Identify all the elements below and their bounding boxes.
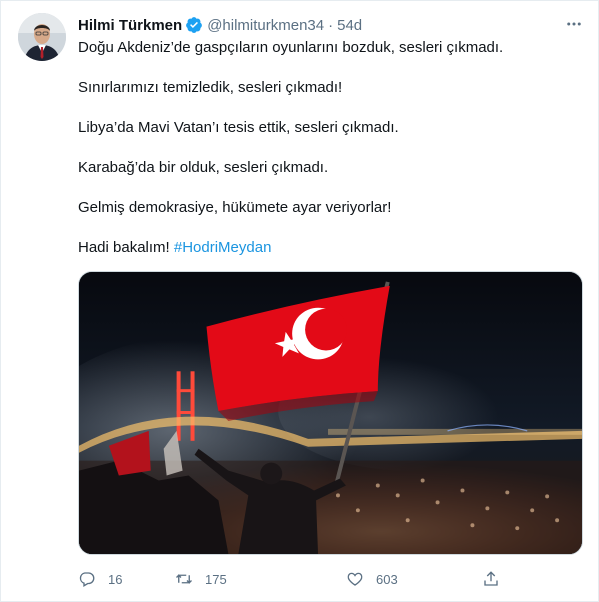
verified-badge-icon [185, 16, 203, 34]
tweet-paragraph: Libya’da Mavi Vatan’ı tesis ettik, sesle… [78, 119, 399, 136]
reply-button[interactable]: 16 [78, 567, 122, 591]
retweet-count: 175 [205, 571, 227, 587]
reply-icon [78, 570, 96, 588]
like-button[interactable]: 603 [346, 567, 398, 591]
tweet-paragraph: Gelmiş demokrasiye, hükümete ayar veriyo… [78, 199, 392, 216]
tweet-paragraph: Doğu Akdeniz’de gaspçıların oyunlarını b… [78, 39, 504, 56]
reply-count: 16 [108, 571, 123, 587]
separator-dot: · [328, 16, 334, 34]
share-icon [482, 570, 500, 588]
more-options-icon[interactable] [561, 13, 587, 35]
tweet-paragraph: Sınırlarımızı temizledik, sesleri çıkmad… [78, 79, 343, 96]
tweet-text: Doğu Akdeniz’de gaspçıların oyunlarını b… [78, 38, 583, 258]
tweet-header: Hilmi Türkmen @hilmiturkmen34 · 54d [78, 15, 362, 35]
heart-icon [346, 570, 364, 588]
hashtag-link[interactable]: #HodriMeydan [174, 239, 272, 256]
tweet-photo[interactable] [78, 271, 583, 555]
like-count: 603 [376, 571, 398, 587]
tweet-actions: 16 175 603 [78, 567, 518, 591]
author-handle[interactable]: @hilmiturkmen34 [207, 17, 324, 34]
share-button[interactable] [482, 567, 500, 591]
tweet-timestamp[interactable]: 54d [337, 17, 362, 34]
tweet-paragraph: Hadi bakalım! #HodriMeydan [78, 238, 583, 258]
tweet-paragraph: Karabağ’da bir olduk, sesleri çıkmadı. [78, 159, 329, 176]
author-name[interactable]: Hilmi Türkmen [78, 17, 182, 34]
tweet-last-line-text: Hadi bakalım! [78, 239, 174, 256]
tweet-card[interactable]: Hilmi Türkmen @hilmiturkmen34 · 54d Doğu… [0, 0, 599, 602]
avatar-image [18, 13, 66, 61]
retweet-icon [175, 570, 193, 588]
retweet-button[interactable]: 175 [175, 567, 227, 591]
flag-crowd-photo [79, 272, 582, 554]
avatar[interactable] [18, 13, 66, 61]
